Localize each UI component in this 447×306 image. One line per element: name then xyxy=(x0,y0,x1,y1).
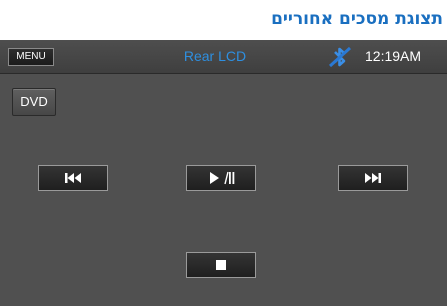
stop-button[interactable] xyxy=(186,252,256,278)
play-pause-button[interactable] xyxy=(186,165,256,191)
top-bar: MENU Rear LCD 12:19AM xyxy=(0,40,447,74)
skip-next-icon xyxy=(365,173,381,183)
bluetooth-disabled-icon xyxy=(327,45,353,69)
screen-title: Rear LCD xyxy=(183,48,247,64)
stop-icon xyxy=(216,260,226,270)
dvd-source-button[interactable]: DVD xyxy=(12,88,56,116)
play-pause-icon xyxy=(210,171,235,185)
next-track-button[interactable] xyxy=(338,165,408,191)
page-heading: תצוגת מסכים אחוריים xyxy=(271,9,443,29)
rear-lcd-screen: MENU Rear LCD 12:19AM DVD xyxy=(0,40,447,306)
clock: 12:19AM xyxy=(365,48,422,64)
skip-previous-icon xyxy=(65,173,81,183)
menu-button[interactable]: MENU xyxy=(8,48,54,66)
previous-track-button[interactable] xyxy=(38,165,108,191)
